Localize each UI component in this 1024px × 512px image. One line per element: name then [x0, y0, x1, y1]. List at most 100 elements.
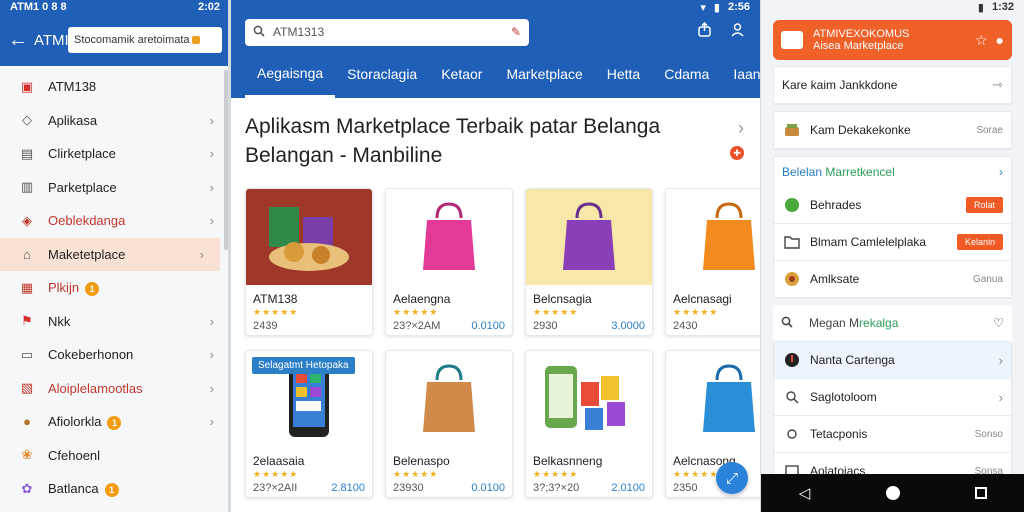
- sidebar-item[interactable]: ▦ Plkijn 1: [0, 271, 230, 305]
- product-meta: 2930 3.0000: [526, 318, 652, 334]
- product-card[interactable]: Selagatmt Hetopaka 2elaasaia ★★★★★ 23?×2AII…: [245, 350, 373, 498]
- user-icon[interactable]: [729, 21, 746, 43]
- product-name: Belenaspo: [393, 454, 450, 468]
- tab-1[interactable]: Aegaisnga: [245, 50, 336, 98]
- right-list-label: Behrades: [810, 198, 862, 212]
- sidebar-item[interactable]: ◈ Oeblekdanga ›: [0, 204, 230, 238]
- page-title: Aplikasm Marketplace Terbaik patar Belan…: [231, 98, 760, 174]
- shield-icon: ◈: [22, 212, 32, 228]
- right-list-item[interactable]: Blmam Camlelelplaka Kelanin: [774, 224, 1011, 261]
- chevron-right-icon[interactable]: ›: [210, 314, 214, 329]
- right-search-row[interactable]: Megan Mrekalga ♡: [773, 305, 1012, 341]
- sidebar-item[interactable]: ◇ Aplikasa ›: [0, 104, 230, 138]
- sidebar-item[interactable]: ▥ Parketplace ›: [0, 171, 230, 205]
- green-ball-icon: [782, 197, 802, 213]
- right-header-subtitle: Aisea Marketplace: [813, 40, 904, 52]
- product-card[interactable]: Belkasnneng ★★★★★ 3?;3?×20 2.0100: [525, 350, 653, 498]
- left-title: ATMI: [34, 31, 69, 49]
- signal-icon: ▮: [713, 1, 720, 14]
- left-search-field[interactable]: Stocomamik aretoimata: [68, 27, 222, 53]
- tab-6[interactable]: Cdama: [652, 50, 721, 98]
- right-list-item[interactable]: Tetacponis Sonso: [774, 416, 1011, 453]
- right-status-bar: ▮ 1:32: [761, 0, 1024, 14]
- right-list-label: Blmam Camlelelplaka: [810, 235, 927, 249]
- product-image: [526, 189, 652, 285]
- floating-action-button[interactable]: ⤢: [716, 462, 748, 494]
- action-button[interactable]: Kelanin: [956, 234, 1003, 250]
- status-clock: 2:02: [197, 1, 220, 13]
- right-top-row-label: Kare kaim Jankkdone: [782, 78, 898, 92]
- thumbs-up-icon[interactable]: ♡: [993, 316, 1004, 330]
- right-row-item[interactable]: Kam Dekakekonke Sorae: [774, 112, 1011, 149]
- forward-icon[interactable]: ⇾: [992, 77, 1003, 93]
- tab-3[interactable]: Ketaor: [429, 50, 494, 98]
- action-button[interactable]: Rolat: [965, 197, 1003, 213]
- sidebar-item[interactable]: ⚑ Nkk ›: [0, 305, 230, 339]
- product-card[interactable]: Belenaspo ★★★★★ 23930 0.0100: [385, 350, 513, 498]
- right-list-item[interactable]: Behrades Rolat: [774, 187, 1011, 224]
- chevron-right-icon[interactable]: ›: [999, 390, 1003, 405]
- sidebar-item[interactable]: ✿ Batlanca 1: [0, 472, 230, 506]
- product-name: ATM138: [253, 292, 298, 306]
- status-time: ATM1 0 8 8: [10, 1, 67, 13]
- product-meta-left: 23?×2AII: [253, 482, 298, 494]
- right-top-row[interactable]: Kare kaim Jankkdone ⇾: [774, 67, 1011, 104]
- chevron-right-icon[interactable]: ›: [210, 146, 214, 161]
- back-arrow-icon[interactable]: ←: [8, 29, 34, 52]
- chevron-right-icon[interactable]: ›: [999, 353, 1003, 368]
- chevron-right-icon[interactable]: ›: [210, 213, 214, 228]
- product-image: [386, 189, 512, 285]
- product-card[interactable]: Aelcnasagi★★★★★243020: [665, 188, 760, 336]
- tab-4[interactable]: Marketplace: [494, 50, 594, 98]
- product-name: Aelcnasagi: [673, 292, 732, 306]
- app-icon: ▣: [20, 78, 34, 94]
- share-icon[interactable]: [696, 21, 713, 43]
- count-badge: 1: [85, 281, 100, 296]
- sidebar-item-label: Aloiplelamootlas: [48, 380, 143, 396]
- sidebar-item[interactable]: ❀ Cfehoenl: [0, 439, 230, 473]
- sidebar-item[interactable]: ● Afiolorkla 1 ›: [0, 405, 230, 439]
- sidebar-item[interactable]: ▤ Clirketplace ›: [0, 137, 230, 171]
- product-card[interactable]: ATM138 ★★★★★ 2439: [245, 188, 373, 336]
- chevron-right-icon[interactable]: ›: [210, 414, 214, 429]
- bell-icon[interactable]: ●: [996, 32, 1004, 48]
- edit-icon[interactable]: ✎: [511, 25, 521, 39]
- bookmark-icon[interactable]: ☆: [975, 32, 988, 49]
- product-card[interactable]: Belcnsagia ★★★★★ 2930 3.0000: [525, 188, 653, 336]
- right-list-label: Nanta Cartenga: [810, 353, 895, 367]
- section-header[interactable]: Belelan Marretkencel ›: [774, 157, 1011, 187]
- chevron-right-icon[interactable]: ›: [210, 347, 214, 362]
- promo-ribbon: Selagatmt Hetopaka: [252, 357, 355, 374]
- tab-7[interactable]: Iaan: [721, 50, 760, 98]
- product-meta-left: 2430: [673, 320, 698, 332]
- right-list-value: Sonso: [974, 428, 1003, 440]
- home-icon[interactable]: [885, 486, 900, 500]
- sidebar-item-label: ATM138: [48, 79, 97, 95]
- sidebar-item[interactable]: ▭ Cokeberhonon ›: [0, 338, 230, 372]
- recents-icon[interactable]: [975, 487, 988, 499]
- right-list-item[interactable]: Nanta Cartenga ›: [774, 342, 1011, 379]
- chevron-right-icon[interactable]: ›: [999, 165, 1003, 179]
- count-badge: 1: [107, 415, 122, 430]
- product-name: Belcnsagia: [533, 292, 592, 306]
- sidebar-item-label: Aplikasa: [48, 112, 98, 128]
- sidebar-item-label: Nkk: [48, 313, 71, 329]
- center-search-input[interactable]: ATM1313 ✎: [245, 18, 529, 46]
- product-image: Selagatmt Hetopaka: [246, 351, 372, 447]
- product-card[interactable]: Aelaengna ★★★★★ 23?×2AM 0.0100: [385, 188, 513, 336]
- screen: ATM1 0 8 8 2:02 ← ATMI Stocomamik aretoi…: [0, 0, 1024, 512]
- right-list-item[interactable]: Saglotoloom ›: [774, 379, 1011, 416]
- sidebar-item[interactable]: ⌂ Maketetplace ›: [0, 237, 220, 271]
- right-list2-card: Nanta Cartenga › Saglotoloom › Tetacponis Son…: [773, 341, 1012, 491]
- chevron-right-icon[interactable]: ›: [210, 180, 214, 195]
- chevron-right-icon[interactable]: ›: [210, 381, 214, 396]
- sidebar-item[interactable]: ▣ ATM138: [0, 70, 230, 104]
- chevron-right-icon[interactable]: ›: [200, 247, 204, 262]
- right-list-item[interactable]: Amlksate Ganua: [774, 261, 1011, 298]
- back-icon[interactable]: ◁: [799, 484, 811, 502]
- tab-5[interactable]: Hetta: [595, 50, 652, 98]
- sidebar-item[interactable]: ▧ Aloiplelamootlas ›: [0, 372, 230, 406]
- chevron-right-icon[interactable]: ›: [738, 114, 744, 143]
- chevron-right-icon[interactable]: ›: [210, 113, 214, 128]
- tab-2[interactable]: Storaclagia: [335, 50, 429, 98]
